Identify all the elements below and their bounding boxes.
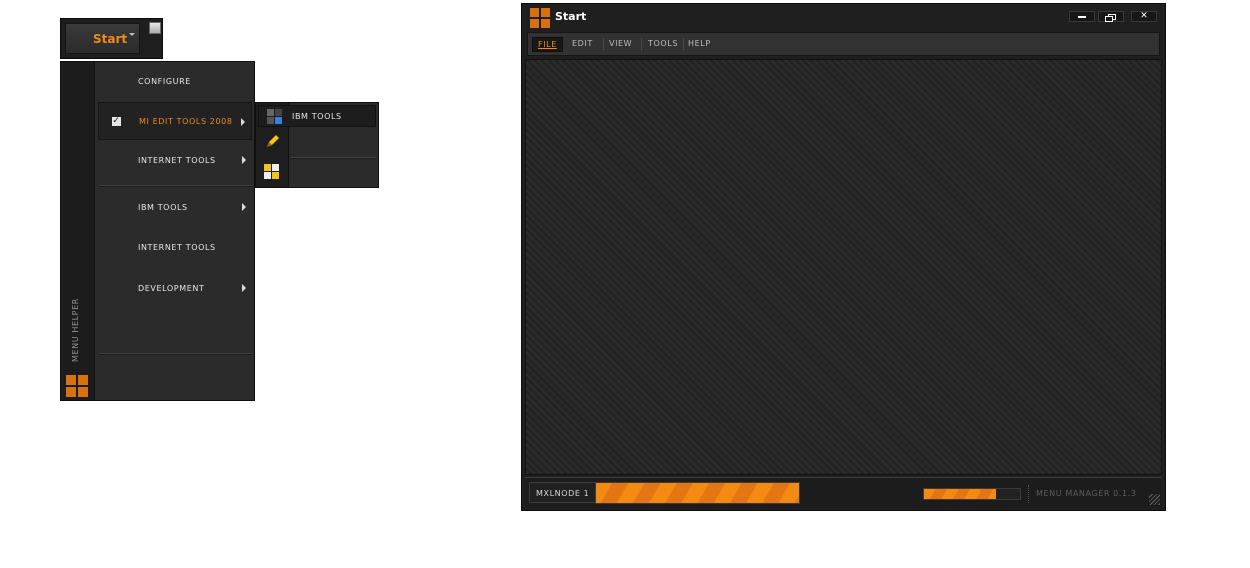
menu-item-internet-tools[interactable]: Internet Tools xyxy=(98,141,252,179)
secondary-progress-fill xyxy=(924,489,996,499)
secondary-progress-bar xyxy=(923,488,1021,500)
submenu-mi-edit-tools: IBM Tools xyxy=(255,102,379,188)
resize-grip-icon[interactable] xyxy=(1149,494,1160,505)
chevron-down-icon[interactable] xyxy=(129,33,135,36)
version-label: MENU MANAGER 0.1.3 xyxy=(1036,489,1137,498)
submenu-item-ibm-tools[interactable]: IBM Tools xyxy=(258,105,376,127)
chevron-right-icon xyxy=(241,118,245,126)
menubar-help[interactable]: Help xyxy=(688,39,711,48)
submenu-item-grid[interactable] xyxy=(264,161,376,183)
node-label[interactable]: MXLNODE 1 xyxy=(529,482,597,503)
app-logo-icon xyxy=(530,8,550,28)
ibm-tools-icon xyxy=(267,109,282,124)
start-button[interactable]: Start xyxy=(65,23,140,54)
statusbar-divider xyxy=(1028,485,1029,503)
menubar: File Edit View Tools Help xyxy=(527,32,1160,56)
chevron-right-icon xyxy=(242,203,246,211)
statusbar: MXLNODE 1 MENU MANAGER 0.1.3 xyxy=(525,477,1162,507)
restore-button[interactable] xyxy=(1098,11,1124,22)
menu-item-ibm-tools[interactable]: IBM Tools xyxy=(98,188,252,226)
menu-helper-sidebar: Menu Helper xyxy=(61,62,95,400)
menu-helper-panel: Menu Helper Configure ✓ MI Edit Tools 20… xyxy=(60,61,255,401)
logo-icon xyxy=(66,375,88,397)
menu-item-label: MI Edit Tools 2008 xyxy=(139,116,233,126)
menubar-file[interactable]: File xyxy=(532,37,563,52)
close-icon: ✕ xyxy=(1140,11,1148,21)
menu-item-configure[interactable]: Configure xyxy=(98,62,252,100)
start-button-label: Start xyxy=(93,31,128,46)
close-button[interactable]: ✕ xyxy=(1131,11,1157,22)
checkbox-checked-icon[interactable]: ✓ xyxy=(111,116,122,127)
main-progress-bar xyxy=(595,482,800,504)
menubar-divider xyxy=(683,38,684,51)
menu-item-internet-tools-2[interactable]: Internet Tools xyxy=(98,228,252,266)
grid-icon xyxy=(264,164,279,179)
menu-item-label: Internet Tools xyxy=(138,155,216,165)
workspace-canvas[interactable] xyxy=(525,59,1162,475)
start-widget: Start xyxy=(60,18,163,59)
menu-item-development[interactable]: Development xyxy=(98,269,252,307)
minimize-button[interactable] xyxy=(1069,11,1095,22)
chevron-right-icon xyxy=(242,156,246,164)
submenu-item-label: IBM Tools xyxy=(292,111,342,121)
menubar-tools-label: Tools xyxy=(648,39,679,48)
menubar-divider xyxy=(641,38,642,51)
menubar-help-label: Help xyxy=(688,39,711,48)
submenu-divider xyxy=(290,157,376,159)
main-progress-fill xyxy=(596,483,799,503)
menubar-edit-label: Edit xyxy=(572,39,593,48)
menubar-file-label: File xyxy=(538,40,557,49)
menu-helper-label: Menu Helper xyxy=(71,298,80,362)
menu-item-label: Internet Tools xyxy=(138,242,216,252)
minimize-icon xyxy=(1078,16,1086,18)
menu-divider xyxy=(98,353,252,355)
chevron-right-icon xyxy=(242,284,246,292)
menubar-view[interactable]: View xyxy=(609,39,632,48)
menubar-view-label: View xyxy=(609,39,633,48)
dock-toggle-button[interactable] xyxy=(149,22,161,34)
submenu-item-pencil[interactable] xyxy=(267,129,376,151)
window-title: Start xyxy=(555,10,587,23)
menubar-tools[interactable]: Tools xyxy=(648,39,678,48)
menu-item-label: Development xyxy=(138,283,205,293)
menubar-edit[interactable]: Edit xyxy=(572,39,593,48)
menu-item-label: Configure xyxy=(138,76,191,86)
menu-item-label: IBM Tools xyxy=(138,202,188,212)
menu-divider xyxy=(98,185,252,187)
main-window: Start ✕ File Edit View Tools Help MXLNOD… xyxy=(521,3,1166,511)
menu-item-mi-edit-tools-2008[interactable]: ✓ MI Edit Tools 2008 xyxy=(98,102,252,140)
pencil-icon xyxy=(267,135,279,147)
menubar-divider xyxy=(603,38,604,51)
